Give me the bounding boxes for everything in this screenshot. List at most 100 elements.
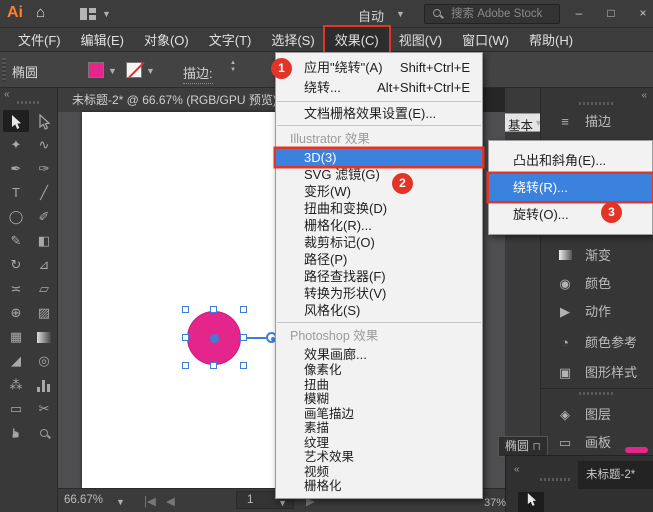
gpu-auto-dropdown[interactable]: 自动 [358,6,384,25]
document-tab[interactable]: 未标题-2* @ 66.67% (RGB/GPU 预览) [58,88,291,112]
collapse-panel-icon[interactable]: « [514,464,520,475]
menu-item[interactable]: 绕转... Alt+Shift+Ctrl+E [276,78,482,98]
scale-tool[interactable]: ⊿ [31,254,57,276]
artboard-number[interactable]: 1 [247,492,253,509]
first-artboard-icon[interactable]: |◀ [144,494,156,508]
eyedropper-tool[interactable]: ◢ [3,350,29,372]
submenu-item[interactable]: 旋转(O)... [489,201,652,228]
slice-tool[interactable]: ✂ [31,398,57,420]
menu-item[interactable]: 扭曲 [276,378,482,393]
minimize-button[interactable]: – [568,4,590,22]
menu-item[interactable]: 应用"绕转"(A) Shift+Ctrl+E [276,58,482,78]
menu-item[interactable]: 文档栅格效果设置(E)... [276,105,482,122]
width-tool[interactable]: ≍ [3,278,29,300]
menu-item[interactable]: 转换为形状(V) [276,285,482,302]
menu-item[interactable]: 3D(3) [276,149,482,166]
menu-item[interactable]: 扭曲和变换(D) [276,200,482,217]
lasso-tool[interactable]: ∿ [31,134,57,156]
menu-item[interactable]: 栅格化 [276,479,482,494]
dock-item-stroke[interactable]: ≡ 描边 [541,110,653,134]
menu-item[interactable]: 风格化(S) [276,302,482,319]
menubar-item[interactable]: 对象(O) [134,27,199,52]
previous-artboard-icon[interactable]: ◀ [166,494,175,508]
menu-item[interactable]: 效果画廊... [276,346,482,363]
dock-item-actions[interactable]: ▶ 动作 [541,300,653,324]
menu-item[interactable]: 路径(P) [276,251,482,268]
chevron-down-icon[interactable]: ▼ [102,9,111,19]
shape-builder-tool[interactable]: ⊕ [3,302,29,324]
chevron-down-icon[interactable]: ▼ [146,66,155,76]
direct-selection-tool[interactable] [31,110,57,132]
menu-item[interactable]: 模糊 [276,392,482,407]
submenu-item[interactable]: 凸出和斜角(E)... [489,147,652,174]
selection-handle[interactable] [182,362,189,369]
mesh-tool[interactable]: ▦ [3,326,29,348]
submenu-item[interactable]: 绕转(R)... [489,174,652,201]
selection-handle[interactable] [240,362,247,369]
menu-item[interactable]: 变形(W) [276,183,482,200]
menubar-item[interactable]: 帮助(H) [519,27,583,52]
chevron-down-icon[interactable]: ▼ [108,66,117,76]
pencil-tool[interactable]: ✎ [3,230,29,252]
paintbrush-tool[interactable]: ✐ [31,206,57,228]
menubar-item[interactable]: 选择(S) [261,27,324,52]
selection-handle[interactable] [240,334,247,341]
hand-tool[interactable]: ☛ [5,420,27,446]
menubar-item[interactable]: 编辑(E) [71,27,134,52]
panel-grip[interactable] [579,102,613,105]
blend-tool[interactable]: ◎ [31,350,57,372]
panel-grip[interactable] [579,392,613,395]
menu-item[interactable]: SVG 滤镜(G) [276,166,482,183]
menu-item[interactable]: 路径查找器(F) [276,268,482,285]
selection-handle[interactable] [210,306,217,313]
selection-handle[interactable] [182,334,189,341]
menu-item[interactable]: 裁剪标记(O) [276,234,482,251]
fill-color-swatch[interactable] [88,62,104,78]
menu-item[interactable]: 视频 [276,465,482,480]
line-segment-tool[interactable]: ╱ [31,182,57,204]
symbol-sprayer-tool[interactable]: ⁂ [3,374,29,396]
type-tool[interactable]: T [3,182,29,204]
column-graph-tool[interactable] [31,374,57,396]
panel-grip[interactable] [540,478,570,481]
menu-item[interactable]: 像素化 [276,363,482,378]
ellipse-floating-tab[interactable]: 椭圆 ⊓ [498,436,548,457]
panel-grip[interactable] [2,58,6,82]
menu-item[interactable]: 栅格化(R)... [276,217,482,234]
search-input[interactable]: 搜索 Adobe Stock [424,4,560,24]
workspace-switcher-icon[interactable] [80,8,96,20]
pen-tool[interactable]: ✒ [3,158,29,180]
rotate-tool[interactable]: ↻ [3,254,29,276]
selection-tool[interactable] [3,110,29,132]
collapse-panel-icon[interactable]: « [4,89,10,100]
dock-item-gradient[interactable]: 渐变 [541,244,653,268]
selection-handle[interactable] [182,306,189,313]
menu-item[interactable]: 素描 [276,421,482,436]
ellipse-tool[interactable]: ◯ [3,206,29,228]
zoom-tool[interactable] [31,422,57,444]
artboard-tool[interactable]: ▭ [3,398,29,420]
chevron-down-icon[interactable]: ▼ [116,497,125,507]
home-icon[interactable]: ⌂ [36,4,45,21]
free-transform-tool[interactable]: ▱ [31,278,57,300]
dock-item-color[interactable]: ◉ 颜色 [541,272,653,296]
panel-grip[interactable] [17,101,41,104]
stroke-weight-label[interactable]: 描边: [183,63,213,84]
gradient-tool[interactable] [31,326,57,348]
magic-wand-tool[interactable]: ✦ [3,134,29,156]
dock-item-graphic-styles[interactable]: ▣ 图形样式 [541,361,653,385]
dock-item-color-guide[interactable]: ◔ 颜色参考 [541,331,653,355]
close-button[interactable]: × [632,4,653,22]
menubar-item[interactable]: 文字(T) [199,27,262,52]
menubar-item[interactable]: 视图(V) [389,27,452,52]
stroke-weight-stepper[interactable]: ▲ ▼ [227,60,239,80]
selection-handle[interactable] [240,306,247,313]
zoom-level[interactable]: 66.67% [64,494,103,506]
stroke-color-swatch[interactable] [126,62,142,78]
perspective-grid-tool[interactable]: ▨ [31,302,57,324]
chevron-down-icon[interactable]: ▼ [396,9,405,19]
menubar-item[interactable]: 文件(F) [8,27,71,52]
selection-handle[interactable] [210,362,217,369]
curvature-tool[interactable]: ✑ [31,158,57,180]
menu-item[interactable]: 画笔描边 [276,407,482,422]
